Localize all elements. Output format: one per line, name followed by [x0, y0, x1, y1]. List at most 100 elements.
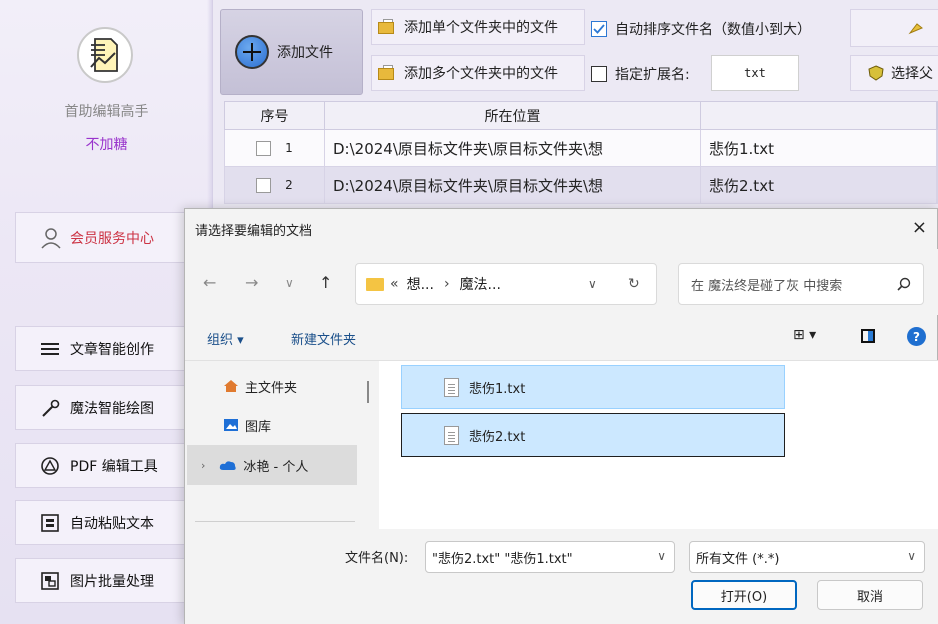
select-parent-button[interactable]: 选择父: [850, 55, 938, 91]
back-arrow-icon[interactable]: ←: [203, 273, 216, 292]
row-index: 2: [285, 178, 293, 192]
row-location: D:\2024\原目标文件夹\原目标文件夹\想: [325, 130, 701, 166]
search-input[interactable]: 在 魔法终是碰了灰 中搜索: [678, 263, 924, 305]
menu-lines-icon: [40, 339, 60, 359]
clean-button[interactable]: [850, 9, 938, 47]
filetype-select[interactable]: 所有文件 (*.*) ∨: [689, 541, 925, 573]
dialog-title: 请选择要编辑的文档: [195, 224, 313, 239]
nav-label: 魔法智能绘图: [70, 400, 154, 417]
address-bar[interactable]: « 想... › 魔法... ∨ ↻: [355, 263, 657, 305]
shield-folder-icon: [868, 65, 884, 81]
search-placeholder: 在 魔法终是碰了灰 中搜索: [691, 278, 843, 294]
filename-input[interactable]: "悲伤2.txt" "悲伤1.txt" ∨: [425, 541, 675, 573]
breadcrumb-segment[interactable]: 魔法...: [460, 274, 501, 294]
add-file-button[interactable]: 添加文件: [220, 9, 363, 95]
add-multi-folder-label: 添加多个文件夹中的文件: [404, 66, 558, 82]
chevron-down-icon[interactable]: ∨: [657, 549, 666, 563]
user-icon: [41, 227, 61, 249]
brush-icon: [908, 23, 923, 35]
column-location[interactable]: 所在位置: [325, 102, 701, 129]
nav-article-creation[interactable]: 文章智能创作: [15, 326, 211, 371]
row-filename: 悲伤1.txt: [701, 130, 937, 166]
add-multi-folder-button[interactable]: 添加多个文件夹中的文件: [371, 55, 585, 91]
tree-item-label: 图库: [245, 419, 272, 435]
path-overflow-icon[interactable]: «: [390, 276, 399, 292]
add-single-folder-label: 添加单个文件夹中的文件: [404, 20, 558, 36]
home-icon: [224, 380, 238, 392]
app-subtitle[interactable]: 不加糖: [0, 134, 213, 154]
app-sidebar: 首助编辑高手 不加糖 会员服务中心 文章智能创作 魔法智能绘图 PDF 编辑工具…: [0, 0, 213, 624]
specify-ext-checkbox[interactable]: 指定扩展名:: [591, 64, 690, 84]
column-name[interactable]: [701, 102, 937, 129]
nav-pdf-tools[interactable]: PDF 编辑工具: [15, 443, 211, 488]
navigation-pane: 主文件夹 图库 › 冰艳 - 个人: [185, 361, 371, 529]
nav-label: 文章智能创作: [70, 341, 154, 358]
select-parent-label: 选择父: [891, 66, 933, 82]
help-icon[interactable]: ?: [907, 327, 926, 346]
forward-arrow-icon[interactable]: →: [245, 273, 258, 292]
divider: [195, 521, 355, 522]
folder-icon: [378, 19, 396, 35]
tree-item-label: 主文件夹: [245, 380, 298, 396]
plus-circle-icon: [235, 35, 269, 69]
table-row[interactable]: 1 D:\2024\原目标文件夹\原目标文件夹\想 悲伤1.txt: [224, 130, 938, 167]
file-item[interactable]: 悲伤1.txt: [401, 365, 785, 409]
view-options-icon[interactable]: ⊞ ▾: [793, 327, 816, 343]
filetype-value: 所有文件 (*.*): [696, 551, 780, 567]
row-filename: 悲伤2.txt: [701, 167, 937, 203]
extension-input[interactable]: txt: [711, 55, 799, 91]
column-index[interactable]: 序号: [225, 102, 325, 129]
text-file-icon: [444, 377, 459, 397]
member-center-label: 会员服务中心: [70, 230, 154, 247]
row-checkbox[interactable]: [256, 140, 272, 156]
table-row[interactable]: 2 D:\2024\原目标文件夹\原目标文件夹\想 悲伤2.txt: [224, 167, 938, 204]
chevron-down-icon[interactable]: ∨: [907, 549, 916, 563]
gallery-icon: [224, 419, 238, 431]
tree-item-gallery[interactable]: 图库: [185, 406, 357, 444]
preview-pane-icon[interactable]: [861, 329, 875, 343]
nav-magic-drawing[interactable]: 魔法智能绘图: [15, 385, 211, 430]
file-item[interactable]: 悲伤2.txt: [401, 413, 785, 457]
close-icon[interactable]: ×: [912, 217, 927, 238]
filename-label: 文件名(N):: [345, 551, 409, 566]
checkmark-icon: [591, 21, 607, 37]
new-folder-button[interactable]: 新建文件夹: [291, 329, 356, 348]
paste-icon: [40, 513, 60, 533]
row-checkbox[interactable]: [256, 177, 272, 193]
tree-item-cloud[interactable]: › 冰艳 - 个人: [187, 445, 357, 485]
dialog-commandbar: 组织 ▾ 新建文件夹 ⊞ ▾ ?: [185, 315, 938, 361]
text-file-icon: [444, 425, 459, 445]
add-file-label: 添加文件: [277, 45, 333, 61]
image-icon: [40, 571, 60, 591]
tree-item-home[interactable]: 主文件夹: [185, 367, 357, 405]
row-index: 1: [285, 141, 293, 155]
row-location: D:\2024\原目标文件夹\原目标文件夹\想: [325, 167, 701, 203]
nav-label: 图片批量处理: [70, 573, 154, 590]
dialog-navbar: ← → ∨ ↑ « 想... › 魔法... ∨ ↻ 在 魔法终是碰了灰 中搜索: [185, 249, 938, 315]
breadcrumb-segment[interactable]: 想...: [407, 274, 434, 294]
file-name: 悲伤1.txt: [469, 381, 526, 397]
chevron-down-icon[interactable]: ∨: [588, 277, 597, 291]
chevron-right-icon: ›: [443, 276, 450, 292]
refresh-icon[interactable]: ↻: [628, 276, 640, 292]
filename-value: "悲伤2.txt" "悲伤1.txt": [432, 551, 573, 567]
pdf-icon: [40, 456, 60, 476]
recent-chevron-icon[interactable]: ∨: [285, 276, 294, 290]
organize-menu[interactable]: 组织 ▾: [207, 329, 244, 348]
member-center-button[interactable]: 会员服务中心: [15, 212, 211, 263]
nav-label: PDF 编辑工具: [70, 458, 158, 475]
chevron-right-icon[interactable]: ›: [201, 459, 205, 472]
search-icon[interactable]: [897, 277, 911, 291]
checkbox-empty: [591, 66, 607, 82]
cancel-button[interactable]: 取消: [817, 580, 923, 610]
auto-sort-checkbox[interactable]: 自动排序文件名（数值小到大）: [591, 19, 811, 39]
nav-auto-paste[interactable]: 自动粘贴文本: [15, 500, 211, 545]
tree-item-label: 冰艳 - 个人: [243, 459, 309, 475]
folder-icon: [366, 277, 384, 291]
up-arrow-icon[interactable]: ↑: [319, 273, 332, 292]
add-single-folder-button[interactable]: 添加单个文件夹中的文件: [371, 9, 585, 45]
open-button[interactable]: 打开(O): [691, 580, 797, 610]
nav-image-batch[interactable]: 图片批量处理: [15, 558, 211, 603]
pane-splitter[interactable]: [367, 381, 369, 403]
file-open-dialog: 请选择要编辑的文档 × ← → ∨ ↑ « 想... › 魔法... ∨ ↻ 在…: [184, 208, 938, 624]
